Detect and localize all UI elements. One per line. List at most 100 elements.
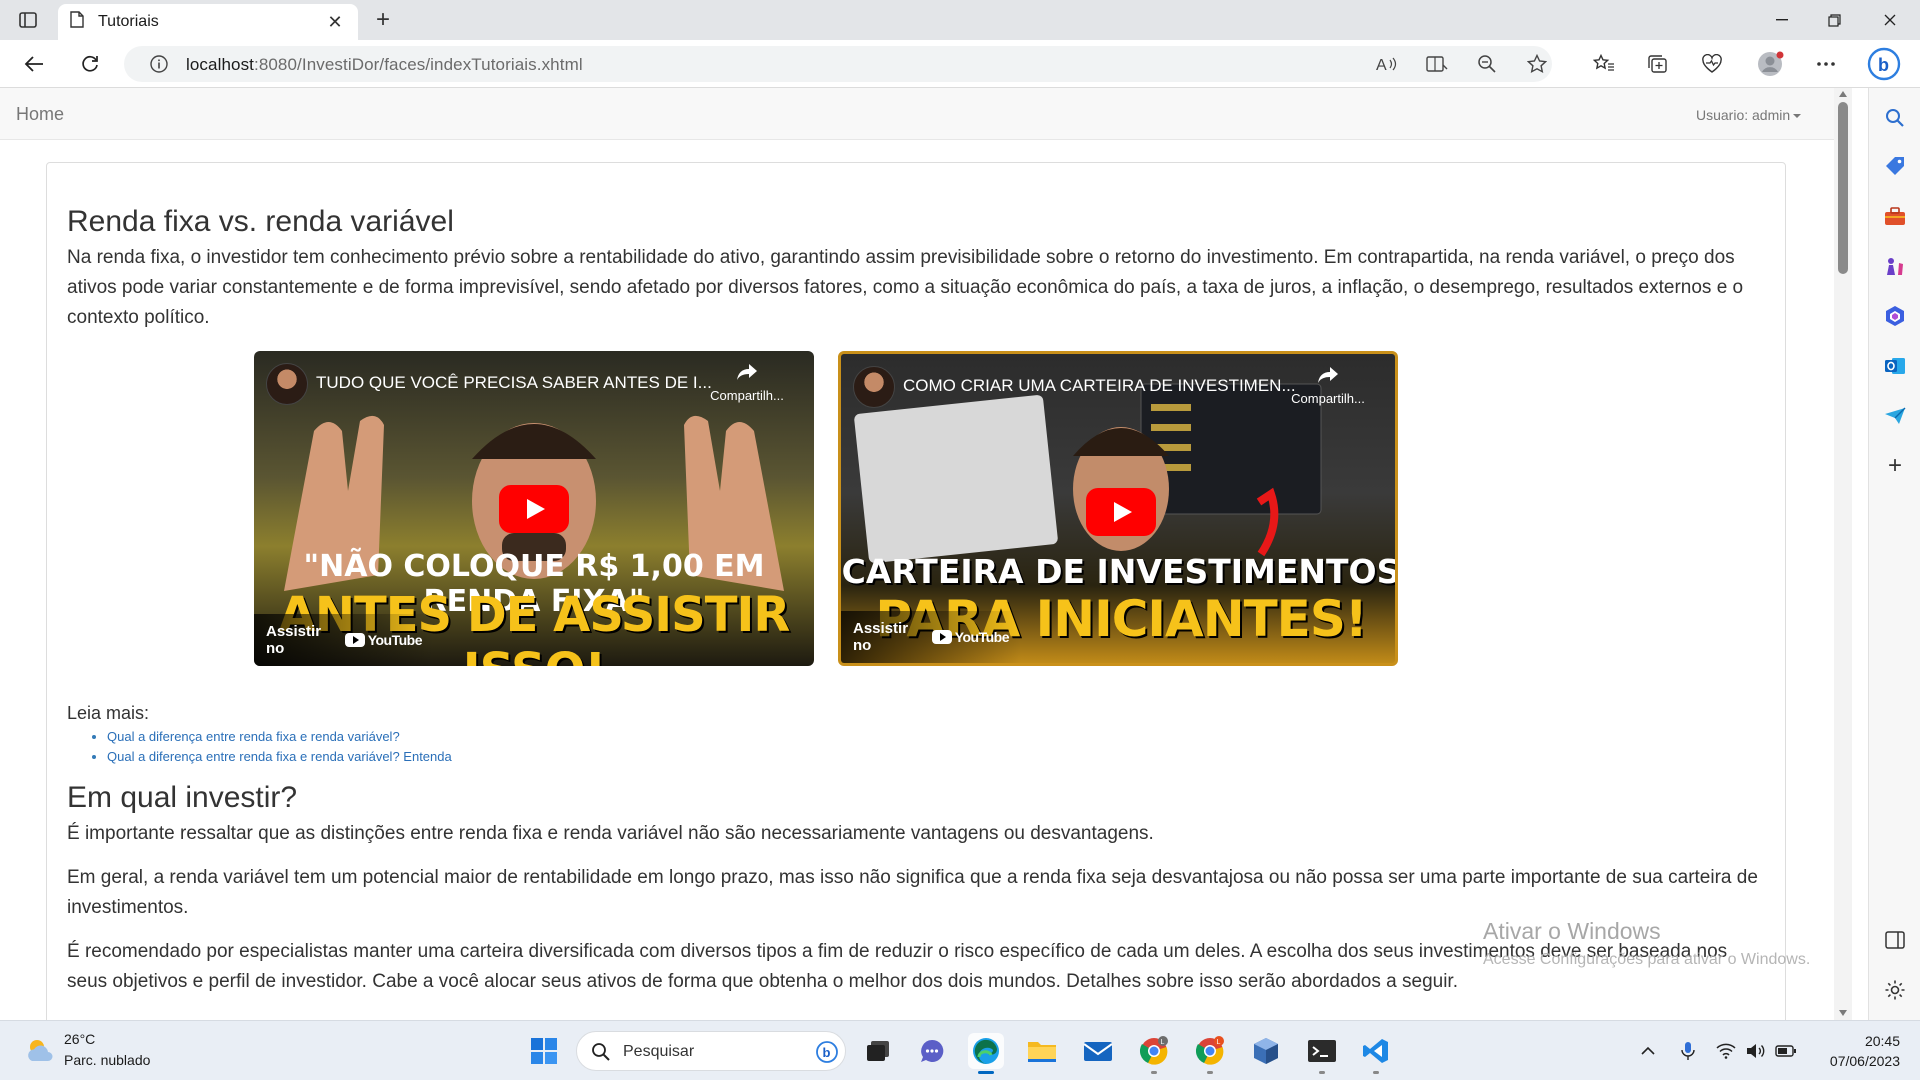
svg-text:b: b [1878,55,1889,75]
running-app-indicator [1373,1071,1379,1074]
outlook-icon[interactable] [1881,352,1909,380]
youtube-play-button-1-icon[interactable] [499,485,569,533]
running-app-indicator [1207,1071,1213,1074]
content-panel: Renda fixa vs. renda variável Na renda f… [46,162,1786,1020]
tools-briefcase-icon[interactable] [1881,202,1909,230]
youtube-play-button-2-icon[interactable] [1086,488,1156,536]
video-title-1[interactable]: TUDO QUE VOCÊ PRECISA SABER ANTES DE I..… [316,373,712,393]
user-menu-dropdown[interactable]: Usuario: admin [1696,107,1802,123]
battery-icon[interactable] [1774,1039,1798,1063]
nav-home-link[interactable]: Home [16,104,64,125]
wifi-icon[interactable] [1714,1039,1738,1063]
weather-description[interactable]: Parc. nublado [64,1052,150,1068]
section-title-investir: Em qual investir? [67,781,298,814]
close-window-button[interactable] [1862,0,1918,40]
browser-tab-active[interactable]: Tutoriais ✕ [58,4,358,40]
show-hidden-icons-chevron-icon[interactable] [1636,1039,1660,1063]
read-aloud-icon[interactable]: A [1374,52,1400,76]
file-explorer-icon[interactable] [1024,1033,1060,1069]
drop-send-icon[interactable] [1881,402,1909,430]
sidebar-settings-gear-icon[interactable] [1881,976,1909,1004]
taskbar-search-box[interactable]: Pesquisar b [576,1031,846,1071]
page-scrollbar[interactable] [1834,88,1852,1020]
section-paragraph-2: Em geral, a renda variável tem um potenc… [67,867,1758,918]
volume-icon[interactable] [1744,1039,1768,1063]
collections-icon[interactable] [1642,48,1674,80]
url-path: :8080/InvestiDor/faces/indexTutoriais.xh… [254,55,583,74]
task-view-icon[interactable] [860,1033,896,1069]
microsoft-365-icon[interactable] [1881,302,1909,330]
youtube-embed-2[interactable]: COMO CRIAR UMA CARTEIRA DE INVESTIMEN...… [838,351,1398,666]
video-title-2[interactable]: COMO CRIAR UMA CARTEIRA DE INVESTIMEN... [903,376,1296,396]
youtube-wordmark-1: YouTube [367,632,423,648]
windows-activation-title: Ativar o Windows [1483,918,1661,944]
share-button-2[interactable]: Compartilh... [1283,366,1373,406]
web-page: Home Usuario: admin Renda fixa vs. renda… [0,88,1834,1020]
weather-temperature[interactable]: 26°C [64,1031,95,1047]
read-more-link-2[interactable]: Qual a diferença entre renda fixa e rend… [107,749,452,764]
share-button-1[interactable]: Compartilh... [702,363,792,403]
weather-partly-cloudy-icon[interactable] [24,1035,56,1067]
section-paragraph-renda: Na renda fixa, o investidor tem conhecim… [67,247,1744,328]
clock-time: 20:45 [1864,1033,1900,1049]
youtube-embed-1[interactable]: TUDO QUE VOCÊ PRECISA SABER ANTES DE I..… [254,351,814,666]
games-chess-icon[interactable] [1881,252,1909,280]
chrome-profile-2-icon[interactable]: L [1192,1033,1228,1074]
mail-icon[interactable] [1080,1033,1116,1069]
chrome-profile-1-icon[interactable]: L [1136,1033,1172,1074]
favorites-icon[interactable] [1588,48,1620,80]
terminal-icon[interactable] [1304,1033,1340,1074]
back-button[interactable] [18,48,50,80]
watch-on-youtube-2[interactable]: Assistir no YouTube [841,611,1021,663]
youtube-logo-icon: YouTube [344,632,423,648]
microphone-icon[interactable] [1676,1039,1700,1063]
hide-sidebar-icon[interactable] [1881,926,1909,954]
channel-avatar-2[interactable] [853,366,895,408]
list-item: Qual a diferença entre renda fixa e rend… [107,729,452,744]
active-app-indicator [978,1071,994,1074]
taskbar-search-placeholder: Pesquisar [623,1043,695,1060]
tab-close-icon[interactable]: ✕ [324,12,346,33]
tab-actions-icon[interactable] [14,8,42,32]
more-options-icon[interactable] [1810,48,1842,80]
favorite-star-icon[interactable] [1524,52,1550,76]
share-arrow-icon [1318,367,1338,383]
zoom-out-icon[interactable] [1474,52,1500,76]
tab-title: Tutoriais [98,13,159,30]
shopping-tag-icon[interactable] [1881,152,1909,180]
profile-avatar[interactable] [1754,48,1786,80]
sidebar-search-icon[interactable] [1881,104,1909,132]
address-bar[interactable]: localhost:8080/InvestiDor/faces/indexTut… [124,46,1552,82]
youtube-logo-icon: YouTube [931,629,1010,645]
list-item: Qual a diferença entre renda fixa e rend… [107,749,452,764]
immersive-reader-icon[interactable] [1424,52,1450,76]
virtualbox-icon[interactable] [1248,1033,1284,1069]
read-more-link-1[interactable]: Qual a diferença entre renda fixa e rend… [107,729,400,744]
share-label-1: Compartilh... [710,388,784,403]
refresh-button[interactable] [74,48,106,80]
channel-avatar-1[interactable] [266,363,308,405]
add-sidebar-app-icon[interactable]: + [1881,452,1909,480]
info-icon[interactable] [146,52,172,76]
browser-essentials-icon[interactable] [1696,48,1728,80]
scroll-down-icon[interactable] [1839,1010,1847,1016]
vscode-icon[interactable] [1358,1033,1394,1074]
teams-chat-icon[interactable] [914,1033,950,1069]
svg-text:L: L [1217,1039,1221,1046]
svg-text:L: L [1161,1039,1165,1046]
share-arrow-icon [737,364,757,380]
bing-copilot-icon[interactable]: b [1866,46,1902,82]
minimize-button[interactable] [1754,0,1810,40]
scrollbar-thumb[interactable] [1838,102,1848,274]
svg-text:b: b [823,1045,831,1060]
new-tab-button[interactable]: + [370,8,396,34]
windows-start-icon[interactable] [526,1033,562,1069]
system-clock[interactable]: 20:45 07/06/2023 [1830,1031,1900,1071]
watch-on-youtube-1[interactable]: Assistir no YouTube [254,614,434,666]
youtube-wordmark-2: YouTube [954,629,1010,645]
url-text[interactable]: localhost:8080/InvestiDor/faces/indexTut… [186,55,583,75]
running-app-indicator [1151,1071,1157,1074]
restore-button[interactable] [1806,0,1862,40]
scroll-up-icon[interactable] [1839,91,1847,97]
edge-taskbar-icon[interactable] [968,1033,1004,1074]
